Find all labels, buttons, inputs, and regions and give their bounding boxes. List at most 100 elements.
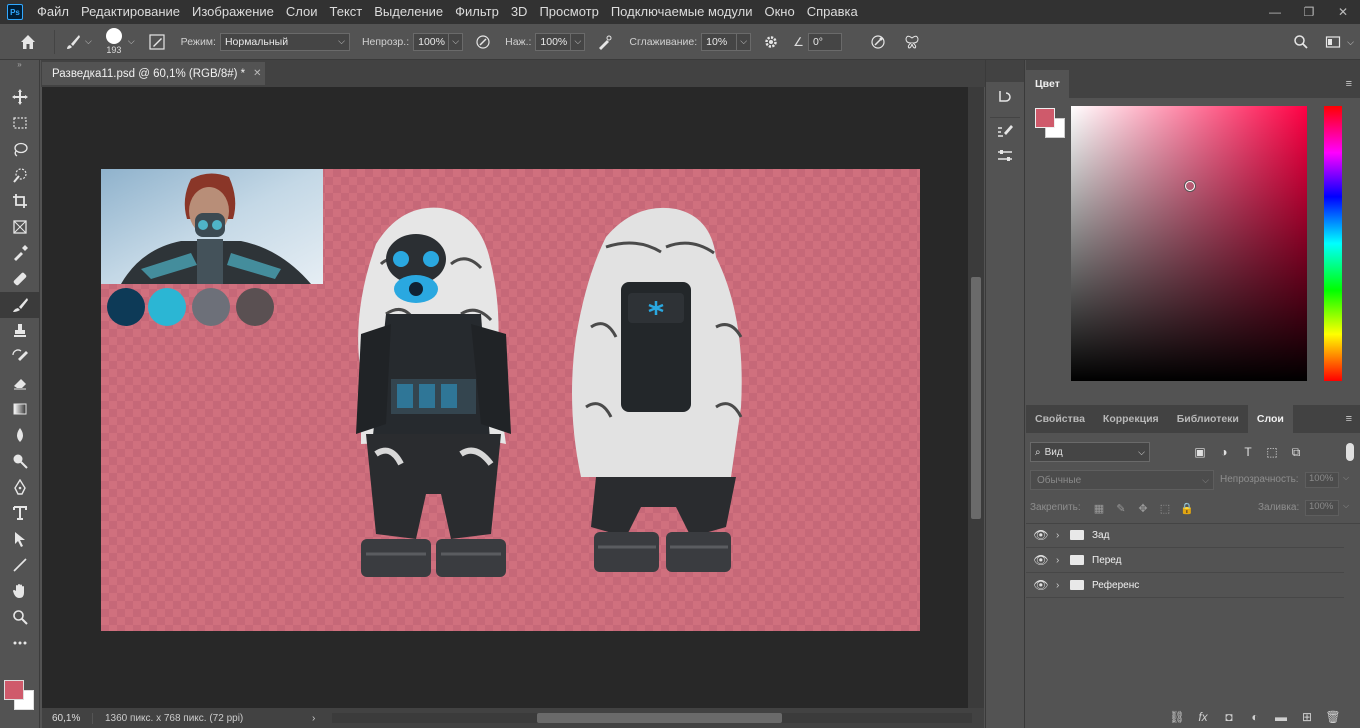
move-tool-icon[interactable] [0, 84, 40, 110]
document-tab[interactable]: Разведка11.psd @ 60,1% (RGB/8#) * ✕ [42, 62, 265, 85]
menu-help[interactable]: Справка [801, 0, 864, 24]
menu-window[interactable]: Окно [758, 0, 800, 24]
pressure-size-icon[interactable] [866, 30, 890, 54]
blend-mode-select[interactable]: Нормальный ⌵ [219, 32, 350, 51]
eraser-tool-icon[interactable] [0, 370, 40, 396]
chevron-down-icon[interactable]: ⌵ [1347, 37, 1354, 48]
menu-layers[interactable]: Слои [280, 0, 324, 24]
line-tool-icon[interactable] [0, 552, 40, 578]
eye-icon[interactable]: 👁 [1026, 553, 1056, 567]
workspace-layout-icon[interactable] [1321, 30, 1345, 54]
menu-3d[interactable]: 3D [505, 0, 534, 24]
menu-image[interactable]: Изображение [186, 0, 280, 24]
smoothing-dropdown-button[interactable]: ⌵ [737, 32, 752, 51]
more-tools-icon[interactable] [0, 630, 40, 656]
zoom-level[interactable]: 60,1% [42, 713, 92, 724]
menu-file[interactable]: Файл [31, 0, 75, 24]
menu-type[interactable]: Текст [324, 0, 369, 24]
flow-dropdown-button[interactable]: ⌵ [571, 32, 586, 51]
menu-select[interactable]: Выделение [368, 0, 449, 24]
chevron-down-icon[interactable]: ⌵ [128, 36, 135, 47]
lasso-tool-icon[interactable] [0, 136, 40, 162]
brush-size-picker[interactable]: 193 [105, 28, 122, 55]
menu-plugins[interactable]: Подключаемые модули [605, 0, 759, 24]
chevron-down-icon[interactable]: ⌵ [1343, 473, 1349, 483]
dodge-tool-icon[interactable] [0, 448, 40, 474]
layer-row[interactable]: 👁 › Референс [1026, 573, 1344, 598]
fill-input[interactable]: 100% [1305, 500, 1339, 516]
canvas-workspace[interactable] [42, 87, 968, 708]
add-mask-icon[interactable]: ◘ [1216, 710, 1242, 724]
frame-tool-icon[interactable] [0, 214, 40, 240]
layer-style-fx-icon[interactable]: fx [1190, 710, 1216, 724]
eye-icon[interactable]: 👁 [1026, 528, 1056, 542]
chevron-right-icon[interactable]: › [1056, 555, 1066, 566]
lock-all-icon[interactable]: 🔒 [1180, 501, 1194, 515]
layer-row[interactable]: 👁 › Перед [1026, 548, 1344, 573]
opacity-dropdown-button[interactable]: ⌵ [449, 32, 464, 51]
menu-view[interactable]: Просмотр [533, 0, 604, 24]
path-selection-tool-icon[interactable] [0, 526, 40, 552]
brush-tool-preset-icon[interactable] [61, 30, 85, 54]
lock-artboard-icon[interactable]: ⬚ [1158, 501, 1172, 515]
vertical-scrollbar[interactable] [968, 87, 984, 708]
angle-input[interactable]: 0° [807, 32, 842, 51]
eye-icon[interactable]: 👁 [1026, 578, 1056, 592]
filter-toggle[interactable] [1346, 443, 1354, 461]
filter-pixel-layers-icon[interactable]: ▣ [1191, 443, 1209, 461]
tab-properties[interactable]: Свойства [1026, 405, 1094, 433]
hue-slider[interactable] [1324, 106, 1342, 381]
brush-tool-icon[interactable] [0, 292, 40, 318]
close-icon[interactable]: ✕ [253, 68, 261, 79]
eyedropper-tool-icon[interactable] [0, 240, 40, 266]
close-window-button[interactable]: ✕ [1326, 0, 1360, 24]
search-icon[interactable] [1289, 30, 1313, 54]
blur-tool-icon[interactable] [0, 422, 40, 448]
marquee-tool-icon[interactable] [0, 110, 40, 136]
restore-button[interactable]: ❐ [1292, 0, 1326, 24]
filter-adjustment-layers-icon[interactable]: ◑ [1215, 443, 1233, 461]
history-panel-icon[interactable] [986, 82, 1024, 110]
chevron-right-icon[interactable]: › [1056, 530, 1066, 541]
lock-transparent-pixels-icon[interactable]: ▦ [1092, 501, 1106, 515]
horizontal-scrollbar[interactable] [332, 713, 972, 723]
quick-selection-tool-icon[interactable] [0, 162, 40, 188]
hand-tool-icon[interactable] [0, 578, 40, 604]
filter-smart-objects-icon[interactable]: ⧉ [1287, 443, 1305, 461]
panel-menu-icon[interactable]: ≡ [1346, 413, 1352, 425]
tab-libraries[interactable]: Библиотеки [1168, 405, 1248, 433]
lock-image-pixels-icon[interactable]: ✎ [1114, 501, 1128, 515]
color-panel-foreground-swatch[interactable] [1035, 108, 1055, 128]
menu-edit[interactable]: Редактирование [75, 0, 186, 24]
adjustments-sliders-icon[interactable] [986, 142, 1024, 170]
symmetry-butterfly-icon[interactable] [900, 30, 924, 54]
layer-filter-select[interactable]: ⌕ Вид ⌵ [1030, 442, 1150, 462]
new-layer-icon[interactable]: ⊞ [1294, 710, 1320, 724]
filter-type-layers-icon[interactable]: T [1239, 443, 1257, 461]
link-layers-icon[interactable]: ⛓ [1164, 710, 1190, 724]
tab-layers[interactable]: Слои [1247, 405, 1293, 433]
opacity-input[interactable]: 100% [413, 32, 450, 51]
history-brush-tool-icon[interactable] [0, 344, 40, 370]
menu-filter[interactable]: Фильтр [449, 0, 505, 24]
crop-tool-icon[interactable] [0, 188, 40, 214]
panel-collapse-icon[interactable]: » [0, 60, 39, 70]
document-canvas[interactable] [101, 169, 920, 631]
layer-row[interactable]: 👁 › Зад [1026, 523, 1344, 548]
home-icon[interactable] [16, 30, 40, 54]
healing-brush-tool-icon[interactable] [0, 266, 40, 292]
smoothing-input[interactable]: 10% [701, 32, 738, 51]
color-picker-cursor[interactable] [1185, 181, 1195, 191]
adjustment-layer-icon[interactable]: ◐ [1242, 710, 1268, 724]
lock-position-icon[interactable]: ✥ [1136, 501, 1150, 515]
airbrush-icon[interactable] [593, 30, 617, 54]
foreground-color-swatch[interactable] [4, 680, 24, 700]
minimize-button[interactable]: — [1258, 0, 1292, 24]
chevron-right-icon[interactable]: › [1056, 580, 1066, 591]
vertical-scroll-thumb[interactable] [971, 277, 981, 519]
pen-tool-icon[interactable] [0, 474, 40, 500]
filter-shape-layers-icon[interactable]: ⬚ [1263, 443, 1281, 461]
layer-opacity-input[interactable]: 100% [1305, 472, 1339, 488]
chevron-down-icon[interactable]: ⌵ [1343, 501, 1349, 511]
horizontal-scroll-thumb[interactable] [537, 713, 782, 723]
